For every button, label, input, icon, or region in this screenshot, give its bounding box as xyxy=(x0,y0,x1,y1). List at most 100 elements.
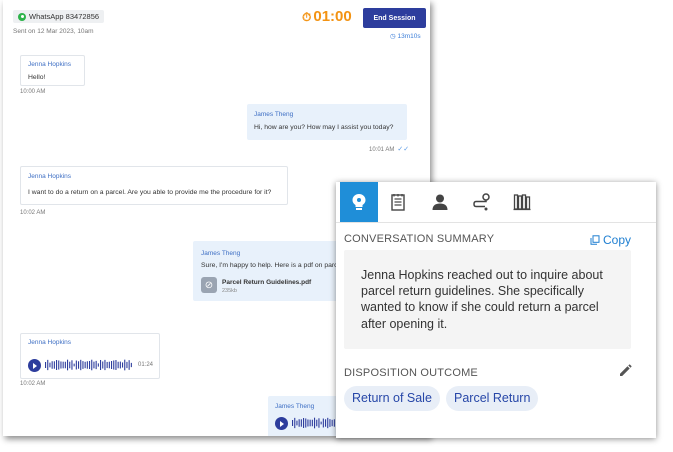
waveform-bar xyxy=(106,361,108,369)
waveform-bar xyxy=(60,361,62,369)
waveform-bar xyxy=(333,419,335,427)
waveform-bar xyxy=(307,419,309,427)
message-sender: James Theng xyxy=(201,250,241,257)
route-icon xyxy=(473,193,490,211)
waveform-bar xyxy=(311,419,313,427)
waveform-bar xyxy=(292,420,294,426)
waveform-bar xyxy=(128,360,130,370)
waveform-bar xyxy=(122,362,124,368)
channel-badge: WhatsApp 83472856 xyxy=(13,10,105,23)
message-bubble: Jenna Hopkins 01:24 xyxy=(20,333,160,379)
waveform-bar xyxy=(325,419,327,427)
waveform-bar xyxy=(296,420,298,426)
waveform-bar xyxy=(80,359,82,371)
summary-box: Jenna Hopkins reached out to inquire abo… xyxy=(344,250,631,349)
attachment-icon[interactable]: ⊘ xyxy=(201,277,217,293)
waveform-bar xyxy=(329,419,331,427)
tab-knowledge[interactable] xyxy=(503,182,541,222)
waveform-bar xyxy=(117,361,119,369)
edit-pencil-icon[interactable] xyxy=(618,364,632,378)
waveform-bar xyxy=(327,417,329,429)
read-ticks-icon: ✓✓ xyxy=(397,146,410,153)
message-sender: Jenna Hopkins xyxy=(28,173,71,180)
waveform-bar xyxy=(115,360,117,370)
waveform-bar xyxy=(100,359,102,371)
copy-label: Copy xyxy=(603,233,632,247)
assist-panel: CONVERSATION SUMMARY Copy Jenna Hopkins … xyxy=(336,182,656,438)
waveform-bar xyxy=(47,359,49,371)
waveform-bar xyxy=(75,360,77,370)
waveform-bar xyxy=(62,361,64,369)
waveform-bar xyxy=(97,363,99,367)
waveform-bar xyxy=(73,363,75,367)
waveform-bar xyxy=(130,362,132,368)
waveform-bar xyxy=(316,419,318,427)
message-time: 10:02 AM xyxy=(20,381,46,387)
waveform-bar xyxy=(113,360,115,370)
message-text: I want to do a return on a parcel. Are y… xyxy=(28,189,272,196)
waveform-bar xyxy=(124,359,126,371)
disposition-chip-parcel-return[interactable]: Parcel Return xyxy=(446,386,539,411)
session-timer: ⏱ 01:00 xyxy=(302,8,352,25)
attachment-size: 235kb xyxy=(222,288,237,294)
clock-icon: ◷ xyxy=(390,33,396,40)
waveform-bar xyxy=(58,360,60,370)
message-time: 10:02 AM xyxy=(20,210,46,216)
message-bubble: Jenna Hopkins Hello! xyxy=(20,55,85,86)
disposition-title: DISPOSITION OUTCOME xyxy=(344,367,478,379)
waveform-bar xyxy=(86,361,88,369)
waveform-bar xyxy=(84,361,86,369)
message-sender: James Theng xyxy=(275,403,315,410)
waveform-bar xyxy=(89,360,91,370)
play-button[interactable] xyxy=(275,417,288,430)
message-text: Hi, how are you? How may I assist you to… xyxy=(254,124,394,131)
tab-customer[interactable] xyxy=(421,182,459,222)
message-bubble: Jenna Hopkins I want to do a return on a… xyxy=(20,166,288,205)
waveform-bar xyxy=(303,418,305,428)
end-session-button[interactable]: End Session xyxy=(363,8,426,28)
waveform-bar xyxy=(56,360,58,370)
tab-journey[interactable] xyxy=(462,182,500,222)
summary-text: Jenna Hopkins reached out to inquire abo… xyxy=(361,268,603,331)
audio-waveform[interactable] xyxy=(45,358,135,372)
waveform-bar xyxy=(108,361,110,369)
summary-title: CONVERSATION SUMMARY xyxy=(344,233,495,245)
waveform-bar xyxy=(71,360,73,370)
message-sender: Jenna Hopkins xyxy=(28,339,71,346)
attachment-name[interactable]: Parcel Return Guidelines.pdf xyxy=(222,279,311,286)
copy-button[interactable]: Copy xyxy=(590,233,631,247)
waveform-bar xyxy=(318,418,320,428)
waveform-bar xyxy=(294,417,296,429)
waveform-bar xyxy=(298,419,300,427)
waveform-bar xyxy=(53,361,55,369)
waveform-bar xyxy=(300,419,302,427)
waveform-bar xyxy=(309,419,311,427)
waveform-bar xyxy=(111,361,113,369)
tab-notes[interactable] xyxy=(379,182,417,222)
elapsed-time: ◷ 13m10s xyxy=(390,32,421,40)
stopwatch-icon: ⏱ xyxy=(302,10,312,24)
message-time: 10:01 AM ✓✓ xyxy=(369,145,409,153)
notes-icon xyxy=(391,194,405,211)
message-bubble: James Theng Hi, how are you? How may I a… xyxy=(247,104,407,140)
disposition-chip-return-of-sale[interactable]: Return of Sale xyxy=(344,386,440,411)
elapsed-value: 13m10s xyxy=(397,33,421,40)
whatsapp-icon xyxy=(18,12,26,21)
waveform-bar xyxy=(119,361,121,369)
tab-summary[interactable] xyxy=(340,182,378,222)
waveform-bar xyxy=(322,418,324,428)
play-button[interactable] xyxy=(28,359,41,372)
waveform-bar xyxy=(314,417,316,429)
message-text: Hello! xyxy=(28,74,46,81)
waveform-bar xyxy=(82,361,84,369)
chat-header: WhatsApp 83472856 Sent on 12 Mar 2023, 1… xyxy=(3,0,430,44)
message-time-value: 10:01 AM xyxy=(369,147,395,153)
timer-value: 01:00 xyxy=(313,8,352,25)
audio-duration: 01:24 xyxy=(138,362,154,368)
waveform-bar xyxy=(69,361,71,369)
panel-tabs xyxy=(336,182,656,223)
waveform-bar xyxy=(49,362,51,368)
waveform-bar xyxy=(331,419,333,427)
message-sender: James Theng xyxy=(254,111,294,118)
waveform-bar xyxy=(104,359,106,371)
